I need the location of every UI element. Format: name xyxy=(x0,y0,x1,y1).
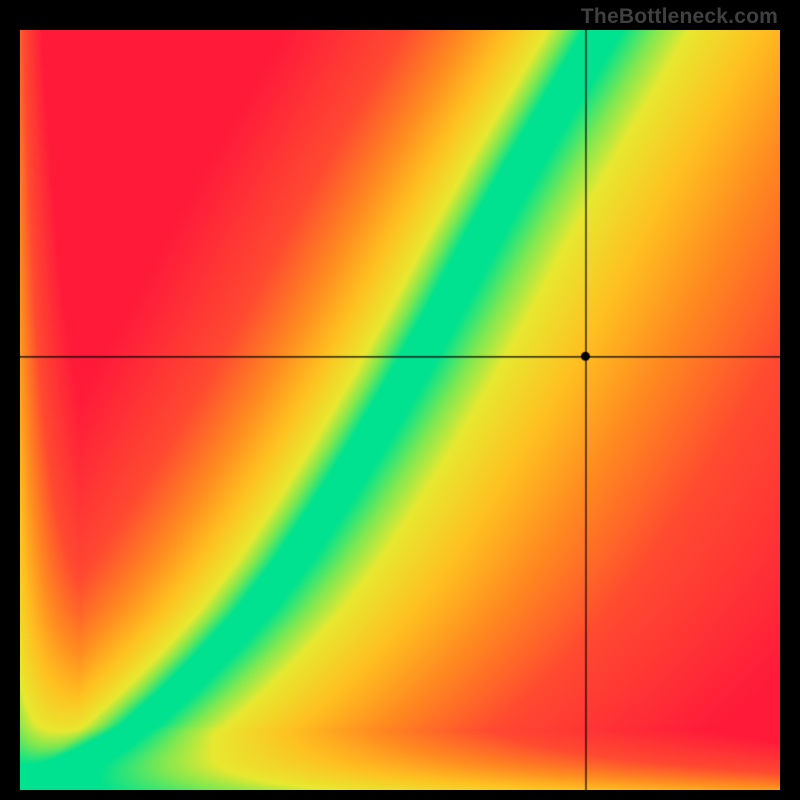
crosshair-overlay xyxy=(20,30,780,790)
watermark-text: TheBottleneck.com xyxy=(581,5,778,29)
heatmap-chart xyxy=(20,30,780,790)
